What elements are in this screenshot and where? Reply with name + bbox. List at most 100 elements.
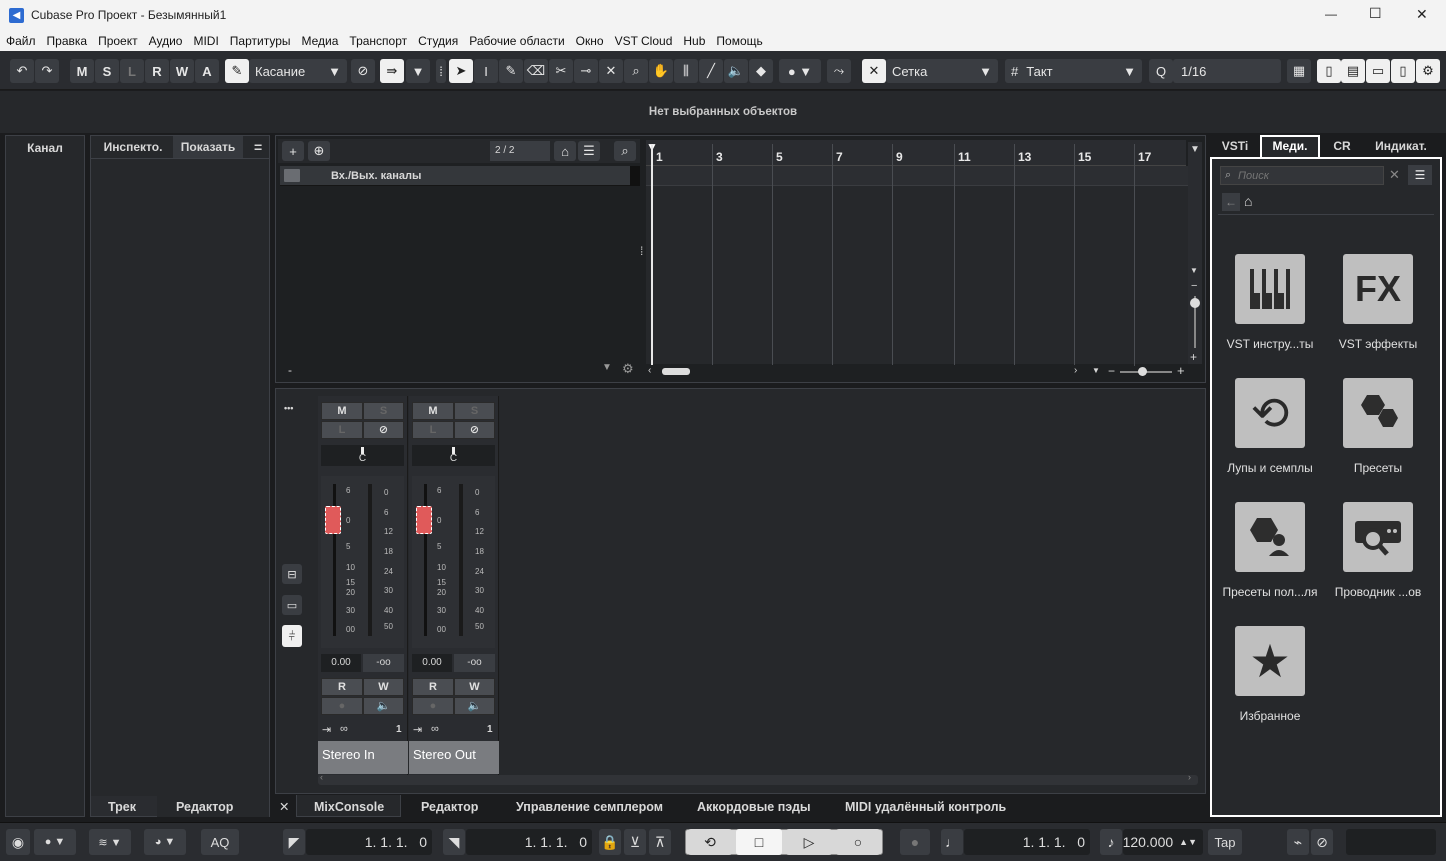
peak-value[interactable]: -oo xyxy=(454,654,495,672)
fader-view-icon[interactable]: ⫩ xyxy=(282,625,302,647)
mixer-scrollbar[interactable]: ‹ › xyxy=(318,772,1198,785)
vertical-zoom-thumb[interactable] xyxy=(1190,298,1200,308)
channel-tab[interactable]: Канал xyxy=(6,141,84,155)
marker-icon[interactable]: ⌁ xyxy=(1287,829,1309,855)
keyboard-icon[interactable]: ▦ xyxy=(1287,59,1311,83)
mute-button[interactable]: M xyxy=(321,402,363,420)
menu-midi[interactable]: MIDI xyxy=(193,34,218,48)
event-display[interactable] xyxy=(646,166,1188,364)
chevron-down-icon[interactable]: ▼ xyxy=(1190,266,1198,275)
listen-all-button[interactable]: L xyxy=(120,59,144,83)
tab-control-room[interactable]: CR xyxy=(1322,139,1362,153)
record-enable-icon[interactable]: ● xyxy=(321,697,363,715)
menu-studio[interactable]: Студия xyxy=(418,34,458,48)
mute-tool[interactable]: ✕ xyxy=(599,59,623,83)
chevron-down-icon[interactable]: ▼ xyxy=(1092,366,1100,375)
piano-icon[interactable] xyxy=(1235,254,1305,324)
listen-button[interactable]: L xyxy=(321,421,363,439)
track-row[interactable]: Вх./Вых. каналы xyxy=(280,166,640,186)
snap-toggle-icon[interactable]: ⤳ xyxy=(827,59,851,83)
loop-icon[interactable]: ⟲ xyxy=(1235,378,1305,448)
chevron-right-icon[interactable]: › xyxy=(1074,365,1077,376)
punch-in-icon[interactable]: ⊻ xyxy=(624,829,646,855)
automation-mode-select[interactable]: Касание ▼ xyxy=(249,59,347,83)
bottom-tab-mixconsole[interactable]: MixConsole xyxy=(314,797,384,817)
layout-right-zone-button[interactable]: ▯ xyxy=(1391,59,1415,83)
menu-file[interactable]: Файл xyxy=(6,34,36,48)
split-tool[interactable]: ✂ xyxy=(549,59,573,83)
bottom-tab-editor[interactable]: Редактор xyxy=(421,797,478,817)
link-icon[interactable]: ∞ xyxy=(431,723,439,735)
punch-out-icon[interactable]: ⊼ xyxy=(649,829,671,855)
mute-button[interactable]: M xyxy=(412,402,454,420)
zoom-out-icon[interactable]: − xyxy=(1191,280,1197,292)
tab-meters[interactable]: Индикат. xyxy=(1365,139,1437,153)
record-mode-button[interactable]: ● ▼ xyxy=(34,829,76,855)
listen-button[interactable]: L xyxy=(412,421,454,439)
clear-search-icon[interactable]: ✕ xyxy=(1389,167,1400,183)
menu-workspaces[interactable]: Рабочие области xyxy=(469,34,564,48)
menu-help[interactable]: Помощь xyxy=(716,34,762,48)
record-enable-icon[interactable]: ● xyxy=(412,697,454,715)
vertical-scrollbar[interactable]: ▼ ▼ − + xyxy=(1188,142,1202,364)
horizontal-scrollbar[interactable]: ‹ › xyxy=(646,365,1086,379)
zoom-in-icon[interactable]: + xyxy=(1190,350,1197,364)
bottom-tab-chord-pads[interactable]: Аккордовые пэды xyxy=(697,797,811,817)
project-cursor[interactable] xyxy=(651,145,653,365)
auto-scroll-dropdown[interactable]: ▼ xyxy=(406,59,430,83)
channel-name[interactable]: Stereo In xyxy=(318,741,408,774)
maximize-button[interactable]: ☐ xyxy=(1369,5,1382,22)
quantize-icon[interactable]: Q xyxy=(1149,59,1173,83)
media-search[interactable]: ⌕ xyxy=(1220,166,1384,185)
track-presets-icon[interactable]: ⌂ xyxy=(554,141,576,161)
tab-vsti[interactable]: VSTi xyxy=(1210,139,1260,153)
zoom-out-icon[interactable]: − xyxy=(1108,364,1115,378)
tab-media[interactable]: Меди. xyxy=(1260,139,1320,153)
volume-value[interactable]: 0.00 xyxy=(321,654,361,672)
pan-control[interactable]: C xyxy=(321,445,404,466)
tempo-track-icon[interactable]: ♪ xyxy=(1100,829,1122,855)
layout-lower-zone-button[interactable]: ▭ xyxy=(1366,59,1390,83)
add-folder-button[interactable]: ⊕ xyxy=(308,141,330,161)
chevron-right-icon[interactable]: › xyxy=(1188,772,1191,782)
splitter-handle[interactable]: ⁞ xyxy=(640,244,643,258)
search-icon[interactable]: ⌕ xyxy=(614,141,636,161)
channel-racks-icon[interactable]: ⊟ xyxy=(282,564,302,584)
show-tab[interactable]: Показать xyxy=(173,136,243,158)
zoom-tool[interactable]: ⌕ xyxy=(624,59,648,83)
right-locator-display[interactable]: 1. 1. 1. 0 xyxy=(466,829,592,855)
bottom-tab-editor-left[interactable]: Редактор xyxy=(176,797,233,817)
menu-edit[interactable]: Правка xyxy=(47,34,88,48)
chevron-down-icon[interactable]: ▼ xyxy=(1190,144,1200,155)
read-all-button[interactable]: R xyxy=(145,59,169,83)
solo-button[interactable]: S xyxy=(454,402,495,420)
play-tool[interactable]: 🔈 xyxy=(724,59,748,83)
chevron-down-icon[interactable]: ▼ xyxy=(602,362,612,373)
chevron-left-icon[interactable]: ‹ xyxy=(320,772,323,782)
object-selection-tool[interactable]: ➤ xyxy=(449,59,473,83)
time-display-icon[interactable]: ♩ xyxy=(941,829,963,855)
home-icon[interactable]: ⌂ xyxy=(1244,193,1252,209)
volume-fader[interactable] xyxy=(416,506,432,534)
grid-value-select[interactable]: # Такт ▼ xyxy=(1005,59,1142,83)
left-locator-icon[interactable]: ◤ xyxy=(283,829,305,855)
aq-button[interactable]: AQ xyxy=(201,829,239,855)
right-locator-icon[interactable]: ◥ xyxy=(443,829,465,855)
cycle-button[interactable]: ⟲ xyxy=(688,829,732,855)
routing-icon[interactable]: ⇥ xyxy=(322,723,331,736)
search-input[interactable] xyxy=(1238,168,1378,183)
menu-scores[interactable]: Партитуры xyxy=(230,34,291,48)
edit-channel-icon[interactable]: ⊘ xyxy=(454,421,495,439)
automation-mode-icon[interactable]: ✎ xyxy=(225,59,249,83)
back-icon[interactable]: ← xyxy=(1222,193,1240,211)
chevron-left-icon[interactable]: ‹ xyxy=(648,365,651,376)
close-icon[interactable]: ✕ xyxy=(279,797,289,817)
bottom-tab-track[interactable]: Трек xyxy=(108,797,136,817)
auto-scroll-button[interactable]: ⇛ xyxy=(380,59,404,83)
grid-type-select[interactable]: Сетка ▼ xyxy=(886,59,998,83)
audio-mode-button[interactable]: ≋ ▼ xyxy=(89,829,131,855)
layout-inspector-button[interactable]: ▤ xyxy=(1341,59,1365,83)
read-automation-button[interactable]: R xyxy=(321,678,363,696)
solo-button[interactable]: S xyxy=(363,402,404,420)
edit-channel-icon[interactable]: ⊘ xyxy=(363,421,404,439)
